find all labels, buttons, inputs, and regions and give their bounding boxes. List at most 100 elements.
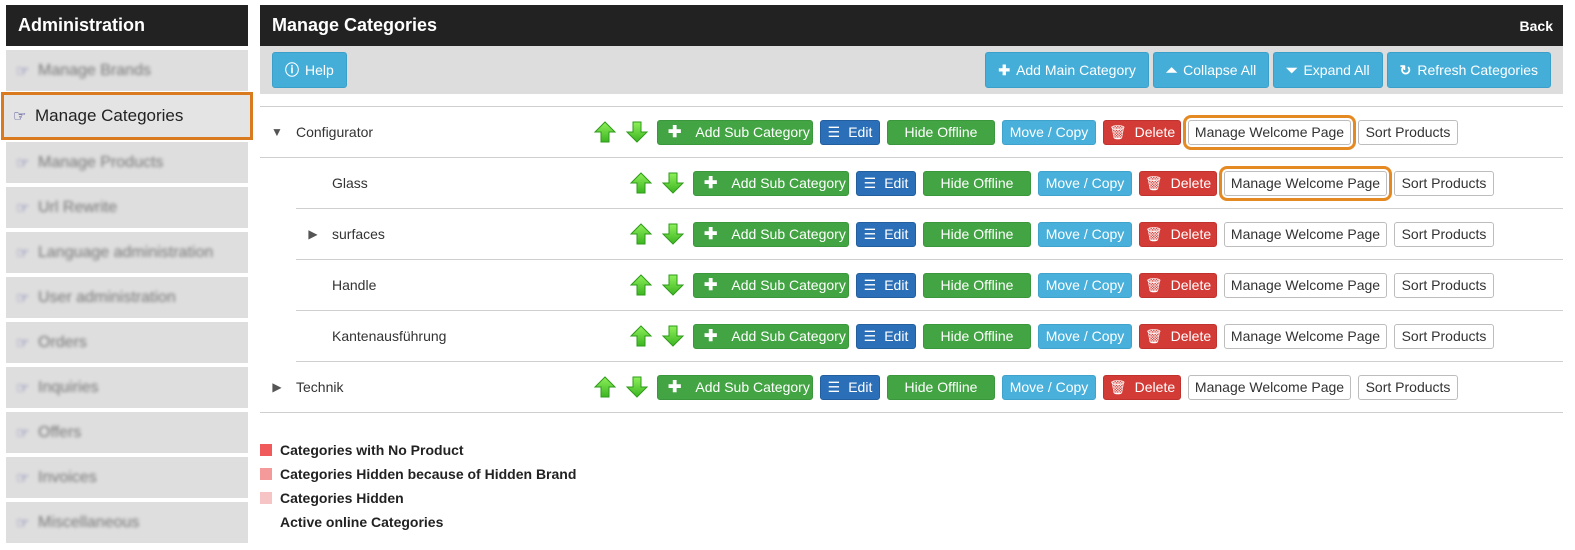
sort-products-label: Sort Products xyxy=(1401,226,1487,242)
help-button[interactable]: ⓘ Help xyxy=(272,52,347,88)
add-sub-category-label: Add Sub Category xyxy=(731,277,846,293)
sort-products-button[interactable]: Sort Products xyxy=(1394,170,1494,196)
move-up-arrow-icon[interactable] xyxy=(629,171,653,195)
edit-button[interactable]: ☰ Edit xyxy=(820,374,880,400)
expand-icon: ⏷ xyxy=(1286,61,1298,78)
hide-offline-button[interactable]: Hide Offline xyxy=(923,170,1031,196)
delete-button[interactable]: 🗑 Delete xyxy=(1103,119,1181,145)
category-name-cell: Handle xyxy=(296,277,629,293)
add-sub-category-button[interactable]: ✚ Add Sub Category xyxy=(657,119,813,145)
sidebar-item-label: Url Rewrite xyxy=(38,198,118,216)
main-panel: Manage Categories Back ⓘ Help ✚ Add Main… xyxy=(260,5,1563,413)
sidebar-item-miscellaneous[interactable]: ☞ Miscellaneous xyxy=(6,502,248,543)
sidebar-item-invoices[interactable]: ☞ Invoices xyxy=(6,457,248,498)
sidebar-item-manage-products[interactable]: ☞ Manage Products xyxy=(6,142,248,183)
trash-icon: 🗑 xyxy=(1108,123,1127,140)
add-sub-category-button[interactable]: ✚ Add Sub Category xyxy=(693,323,849,349)
sidebar-item-url-rewrite[interactable]: ☞ Url Rewrite xyxy=(6,187,248,228)
move-up-arrow-icon[interactable] xyxy=(629,222,653,246)
hide-offline-button[interactable]: Hide Offline xyxy=(887,374,995,400)
edit-button[interactable]: ☰ Edit xyxy=(856,272,916,298)
move-copy-button[interactable]: Move / Copy xyxy=(1002,119,1096,145)
sidebar-item-orders[interactable]: ☞ Orders xyxy=(6,322,248,363)
move-up-arrow-icon[interactable] xyxy=(593,375,617,399)
caret-right-icon[interactable]: ▶ xyxy=(266,380,288,394)
sidebar-item-language-administration[interactable]: ☞ Language administration xyxy=(6,232,248,273)
expand-all-button[interactable]: ⏷ Expand All xyxy=(1273,52,1383,88)
category-name: surfaces xyxy=(332,226,385,242)
category-actions: ✚ Add Sub Category ☰ Edit Hide Offline Move /… xyxy=(629,165,1501,201)
move-copy-button[interactable]: Move / Copy xyxy=(1038,323,1132,349)
hide-offline-button[interactable]: Hide Offline xyxy=(923,323,1031,349)
move-down-arrow-icon[interactable] xyxy=(661,222,685,246)
sort-products-label: Sort Products xyxy=(1401,328,1487,344)
manage-welcome-page-button[interactable]: Manage Welcome Page xyxy=(1224,272,1387,298)
edit-button[interactable]: ☰ Edit xyxy=(856,323,916,349)
edit-button[interactable]: ☰ Edit xyxy=(856,170,916,196)
plus-icon: ✚ xyxy=(704,226,718,243)
sort-products-button[interactable]: Sort Products xyxy=(1394,221,1494,247)
move-down-arrow-icon[interactable] xyxy=(661,273,685,297)
category-row: Glass ✚ Add Sub Category ☰ Edit Hide Offline M… xyxy=(296,158,1563,209)
add-sub-category-button[interactable]: ✚ Add Sub Category xyxy=(693,272,849,298)
manage-welcome-page-button[interactable]: Manage Welcome Page xyxy=(1188,374,1351,400)
plus-icon: ✚ xyxy=(998,61,1011,78)
delete-button[interactable]: 🗑 Delete xyxy=(1139,323,1217,349)
manage-welcome-page-button[interactable]: Manage Welcome Page xyxy=(1183,114,1356,150)
move-down-arrow-icon[interactable] xyxy=(625,120,649,144)
category-actions: ✚ Add Sub Category ☰ Edit Hide Offline Move /… xyxy=(593,114,1465,150)
hide-offline-button[interactable]: Hide Offline xyxy=(923,221,1031,247)
edit-button[interactable]: ☰ Edit xyxy=(820,119,880,145)
delete-button[interactable]: 🗑 Delete xyxy=(1103,374,1181,400)
sort-products-button[interactable]: Sort Products xyxy=(1358,119,1458,145)
move-up-arrow-icon[interactable] xyxy=(629,273,653,297)
move-copy-button[interactable]: Move / Copy xyxy=(1038,170,1132,196)
hide-offline-label: Hide Offline xyxy=(940,175,1014,191)
refresh-categories-button[interactable]: ↻ Refresh Categories xyxy=(1386,52,1551,88)
collapse-all-button[interactable]: ⏶ Collapse All xyxy=(1152,52,1270,88)
delete-button[interactable]: 🗑 Delete xyxy=(1139,170,1217,196)
move-copy-label: Move / Copy xyxy=(1045,175,1125,191)
manage-welcome-page-button[interactable]: Manage Welcome Page xyxy=(1219,165,1392,201)
move-copy-button[interactable]: Move / Copy xyxy=(1002,374,1096,400)
move-down-arrow-icon[interactable] xyxy=(661,324,685,348)
category-row: ▶ surfaces ✚ Add Sub Category ☰ Edit Hide Offl… xyxy=(296,209,1563,260)
delete-button[interactable]: 🗑 Delete xyxy=(1139,221,1217,247)
sort-products-button[interactable]: Sort Products xyxy=(1394,272,1494,298)
delete-label: Delete xyxy=(1170,328,1212,344)
sidebar-item-manage-categories[interactable]: ☞ Manage Categories xyxy=(1,92,253,140)
sidebar-item-offers[interactable]: ☞ Offers xyxy=(6,412,248,453)
add-sub-category-button[interactable]: ✚ Add Sub Category xyxy=(657,374,813,400)
sidebar-item-inquiries[interactable]: ☞ Inquiries xyxy=(6,367,248,408)
move-down-arrow-icon[interactable] xyxy=(661,171,685,195)
caret-right-icon[interactable]: ▶ xyxy=(302,227,324,241)
move-copy-label: Move / Copy xyxy=(1009,379,1089,395)
sidebar-item-user-administration[interactable]: ☞ User administration xyxy=(6,277,248,318)
move-up-arrow-icon[interactable] xyxy=(629,324,653,348)
add-main-category-button[interactable]: ✚ Add Main Category xyxy=(985,52,1149,88)
sort-products-button[interactable]: Sort Products xyxy=(1394,323,1494,349)
sort-products-button[interactable]: Sort Products xyxy=(1358,374,1458,400)
hide-offline-button[interactable]: Hide Offline xyxy=(923,272,1031,298)
caret-down-icon[interactable]: ▼ xyxy=(266,125,288,139)
add-sub-category-button[interactable]: ✚ Add Sub Category xyxy=(693,221,849,247)
legend-swatch xyxy=(260,492,272,504)
sidebar-item-manage-brands[interactable]: ☞ Manage Brands xyxy=(6,50,248,91)
hide-offline-button[interactable]: Hide Offline xyxy=(887,119,995,145)
move-up-arrow-icon[interactable] xyxy=(593,120,617,144)
edit-button[interactable]: ☰ Edit xyxy=(856,221,916,247)
toolbar: ⓘ Help ✚ Add Main Category ⏶ Collapse Al… xyxy=(260,46,1563,94)
move-copy-button[interactable]: Move / Copy xyxy=(1038,221,1132,247)
sort-products-label: Sort Products xyxy=(1401,277,1487,293)
legend-swatch xyxy=(260,468,272,480)
list-icon: ☰ xyxy=(827,123,841,140)
back-link[interactable]: Back xyxy=(1520,18,1553,34)
manage-welcome-page-button[interactable]: Manage Welcome Page xyxy=(1224,323,1387,349)
edit-label: Edit xyxy=(848,379,873,395)
move-down-arrow-icon[interactable] xyxy=(625,375,649,399)
delete-button[interactable]: 🗑 Delete xyxy=(1139,272,1217,298)
plus-icon: ✚ xyxy=(704,277,718,294)
move-copy-button[interactable]: Move / Copy xyxy=(1038,272,1132,298)
manage-welcome-page-button[interactable]: Manage Welcome Page xyxy=(1224,221,1387,247)
add-sub-category-button[interactable]: ✚ Add Sub Category xyxy=(693,170,849,196)
